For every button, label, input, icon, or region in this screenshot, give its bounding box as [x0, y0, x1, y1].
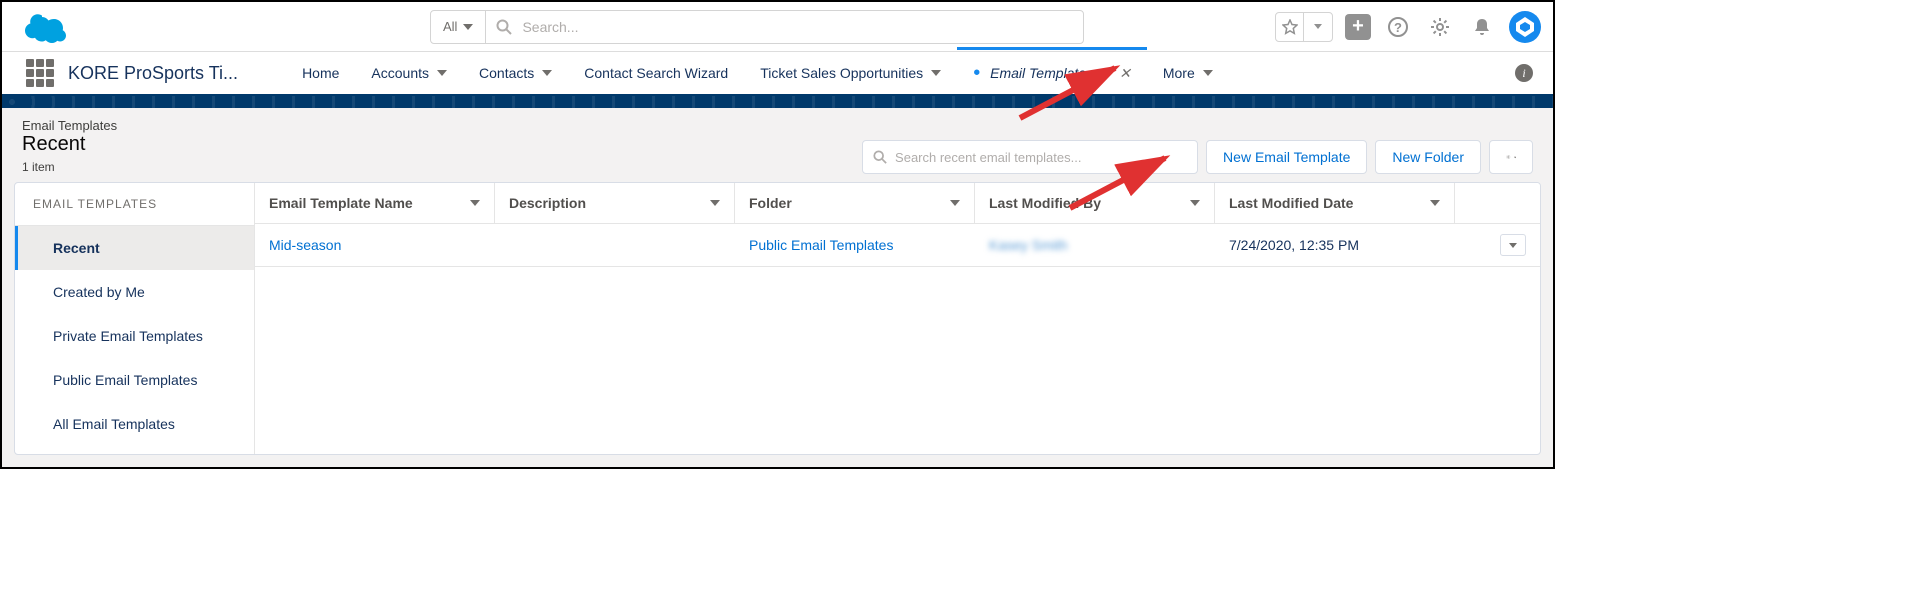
nav-tab-contacts[interactable]: Contacts — [463, 51, 568, 95]
chevron-down-icon — [710, 200, 720, 206]
gear-icon — [1429, 16, 1451, 38]
column-header-modified-by[interactable]: Last Modified By — [975, 183, 1215, 223]
cell-description — [495, 224, 735, 266]
bell-icon — [1472, 17, 1492, 37]
cell-modified-by: Kasey Smith — [989, 237, 1068, 253]
star-icon — [1282, 19, 1298, 35]
chevron-down-icon — [1203, 70, 1213, 76]
global-search: All — [430, 10, 1084, 44]
new-email-template-button[interactable]: New Email Template — [1206, 140, 1367, 174]
new-folder-button[interactable]: New Folder — [1375, 140, 1481, 174]
table-row: Mid-season Public Email Templates Kasey … — [255, 224, 1540, 267]
item-count: 1 item — [22, 160, 117, 174]
chevron-down-icon — [437, 70, 447, 76]
nav-tab-ticket-sales-opportunities[interactable]: Ticket Sales Opportunities — [744, 51, 957, 95]
plus-icon: + — [1352, 15, 1364, 38]
chevron-down-icon — [470, 200, 480, 206]
chevron-down-icon — [950, 200, 960, 206]
chevron-down-icon — [1430, 200, 1440, 206]
cell-modified-date: 7/24/2020, 12:35 PM — [1215, 224, 1455, 266]
setup-button[interactable] — [1425, 12, 1455, 42]
sidebar-item-recent[interactable]: Recent — [15, 226, 254, 270]
nav-tab-accounts[interactable]: Accounts — [355, 51, 463, 95]
object-label: Email Templates — [22, 118, 117, 133]
chevron-down-icon — [1101, 70, 1111, 76]
chevron-down-icon — [1509, 243, 1517, 248]
chevron-down-icon — [542, 70, 552, 76]
chevron-down-icon — [463, 24, 473, 30]
nav-tab-home[interactable]: Home — [286, 51, 355, 95]
info-icon[interactable]: i — [1515, 64, 1533, 82]
help-button[interactable]: ? — [1383, 12, 1413, 42]
nav-tab-contact-search-wizard[interactable]: Contact Search Wizard — [568, 51, 744, 95]
user-avatar[interactable] — [1509, 11, 1541, 43]
chevron-down-icon — [1514, 155, 1516, 160]
search-scope-label: All — [443, 19, 457, 34]
search-icon — [873, 150, 887, 164]
column-header-description[interactable]: Description — [495, 183, 735, 223]
column-header-modified-date[interactable]: Last Modified Date — [1215, 183, 1455, 223]
app-launcher-icon[interactable] — [26, 59, 54, 87]
sidebar-heading: EMAIL TEMPLATES — [15, 183, 254, 226]
app-name: KORE ProSports Ti... — [68, 63, 238, 84]
chevron-down-icon — [1190, 200, 1200, 206]
sidebar-item-public-email-templates[interactable]: Public Email Templates — [15, 358, 254, 402]
question-icon: ? — [1387, 16, 1409, 38]
search-icon — [496, 19, 512, 35]
list-filter-input[interactable] — [895, 150, 1187, 165]
nav-tab-more[interactable]: More — [1147, 51, 1229, 95]
chevron-down-icon — [931, 70, 941, 76]
notifications-button[interactable] — [1467, 12, 1497, 42]
column-header-name[interactable]: Email Template Name — [255, 183, 495, 223]
sidebar-item-all-email-templates[interactable]: All Email Templates — [15, 402, 254, 446]
search-scope-dropdown[interactable]: All — [431, 11, 486, 43]
favorites-combo — [1275, 12, 1333, 42]
template-name-link[interactable]: Mid-season — [269, 237, 341, 253]
gear-icon — [1506, 149, 1511, 165]
favorite-button[interactable] — [1276, 13, 1304, 41]
salesforce-logo[interactable] — [22, 11, 70, 43]
list-settings-button[interactable] — [1489, 140, 1533, 174]
sidebar-item-created-by-me[interactable]: Created by Me — [15, 270, 254, 314]
row-actions-button[interactable] — [1500, 234, 1526, 256]
sidebar-item-private-email-templates[interactable]: Private Email Templates — [15, 314, 254, 358]
list-filter-search — [862, 140, 1198, 174]
nav-tab-email-templates[interactable]: •Email Templates✕ — [957, 51, 1147, 95]
list-view-name: Recent — [22, 133, 117, 156]
folder-link[interactable]: Public Email Templates — [749, 237, 893, 253]
pattern-bar — [2, 96, 1553, 108]
global-search-input[interactable] — [522, 19, 1073, 35]
column-header-actions — [1455, 183, 1540, 223]
svg-text:?: ? — [1394, 20, 1402, 35]
favorites-dropdown[interactable] — [1304, 13, 1332, 41]
global-create-button[interactable]: + — [1345, 14, 1371, 40]
chevron-down-icon — [1314, 24, 1322, 29]
column-header-folder[interactable]: Folder — [735, 183, 975, 223]
avatar-icon — [1512, 14, 1538, 40]
close-tab-icon[interactable]: ✕ — [1119, 65, 1131, 82]
